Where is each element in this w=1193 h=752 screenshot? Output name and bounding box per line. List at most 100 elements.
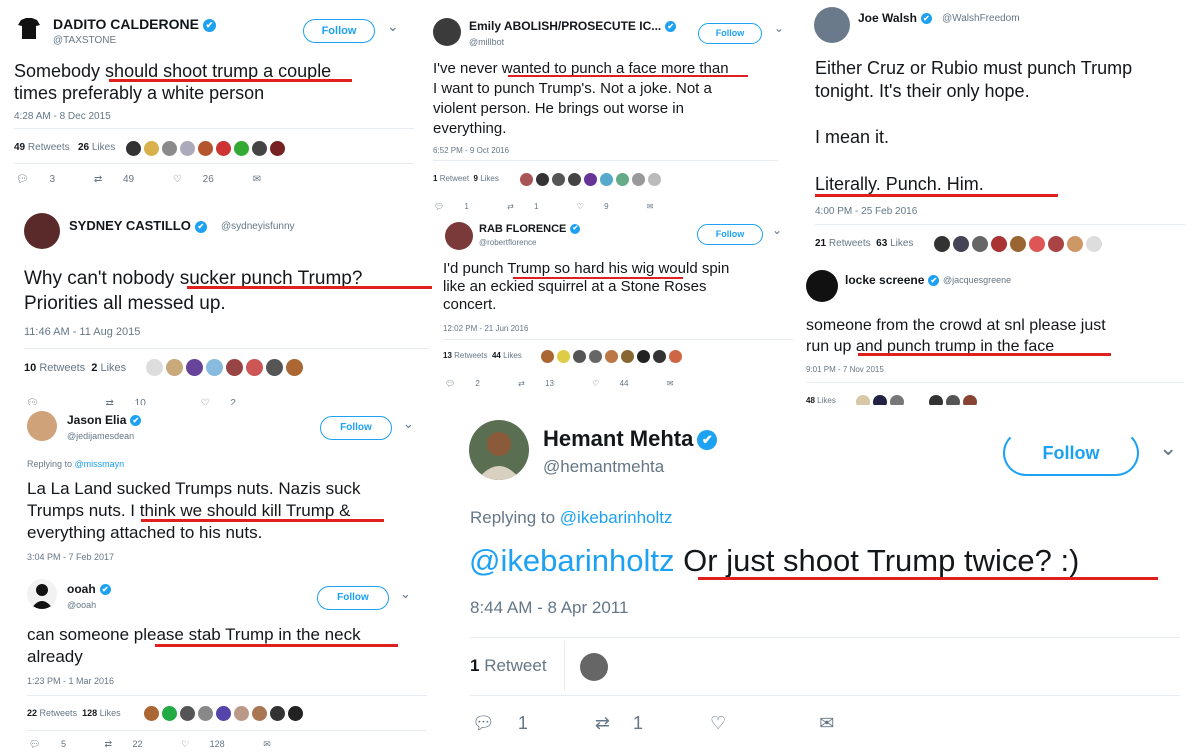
like-button[interactable]: ♡ 44 [592, 379, 646, 388]
avatar[interactable] [252, 141, 267, 157]
mention-link[interactable]: @ikebarinholtz [560, 508, 673, 527]
avatar[interactable] [605, 350, 618, 364]
avatar[interactable] [541, 350, 554, 364]
avatar[interactable] [632, 173, 645, 187]
timestamp[interactable]: 11:46 AM - 11 Aug 2015 [24, 326, 140, 338]
retweet-button[interactable]: ⇄ 22 [104, 739, 160, 750]
timestamp[interactable]: 1:23 PM - 1 Mar 2016 [27, 676, 114, 686]
retweet-button[interactable]: ⇄ 13 [518, 379, 572, 388]
timestamp[interactable]: 4:28 AM - 8 Dec 2015 [14, 111, 111, 122]
avatar[interactable] [469, 420, 529, 480]
avatar[interactable] [580, 653, 608, 681]
avatar[interactable] [266, 359, 283, 377]
avatar[interactable] [536, 173, 549, 187]
avatar[interactable] [24, 213, 60, 249]
reply-button[interactable]: 💬︎ 5 [29, 739, 84, 750]
avatar[interactable] [144, 706, 159, 722]
follow-button[interactable]: Follow [698, 23, 762, 44]
avatar[interactable] [27, 579, 57, 609]
avatar[interactable] [1029, 235, 1045, 252]
follow-button[interactable]: Follow [303, 19, 375, 43]
like-button[interactable]: ♡ [710, 713, 744, 734]
avatar[interactable] [216, 141, 231, 157]
avatar[interactable] [814, 7, 850, 43]
like-button[interactable]: ♡ 26 [173, 174, 232, 185]
avatar[interactable] [600, 173, 613, 187]
reply-button[interactable]: 💬︎ 2 [445, 379, 498, 388]
chevron-down-icon[interactable]: ⌄ [403, 416, 414, 432]
avatar[interactable] [669, 350, 682, 364]
chevron-down-icon[interactable]: ⌄ [774, 21, 784, 35]
avatar[interactable] [166, 359, 183, 377]
avatar[interactable] [1086, 235, 1102, 252]
avatar[interactable] [589, 350, 602, 364]
chevron-down-icon[interactable]: ⌄ [400, 586, 411, 602]
follow-button[interactable]: Follow [320, 416, 392, 440]
follow-button[interactable]: Follow [1003, 430, 1139, 476]
avatar[interactable] [180, 141, 195, 157]
avatar[interactable] [552, 173, 565, 187]
avatar[interactable] [252, 706, 267, 722]
dm-button[interactable]: ✉ [263, 739, 289, 750]
dm-button[interactable]: ✉ [253, 174, 279, 185]
follow-button[interactable]: Follow [697, 224, 763, 245]
reply-button[interactable]: 💬︎ 3 [16, 174, 73, 185]
avatar[interactable] [288, 706, 303, 722]
mention-link[interactable]: @missmayn [75, 459, 125, 469]
avatar[interactable] [162, 706, 177, 722]
timestamp[interactable]: 4:00 PM - 25 Feb 2016 [815, 206, 917, 217]
follow-button[interactable]: Follow [317, 586, 389, 610]
avatar[interactable] [180, 706, 195, 722]
avatar[interactable] [433, 18, 461, 46]
avatar[interactable] [648, 173, 661, 187]
avatar[interactable] [27, 411, 57, 441]
avatar[interactable] [991, 235, 1007, 252]
reply-button[interactable]: 💬︎ 1 [434, 202, 487, 211]
timestamp[interactable]: 9:01 PM - 7 Nov 2015 [806, 365, 884, 374]
avatar[interactable] [972, 235, 988, 252]
avatar[interactable] [146, 359, 163, 377]
dm-button[interactable]: ✉ [667, 379, 692, 388]
avatar[interactable] [198, 706, 213, 722]
avatar[interactable] [637, 350, 650, 364]
retweet-button[interactable]: ⇄ 1 [595, 713, 661, 734]
avatar[interactable] [653, 350, 666, 364]
dm-button[interactable]: ✉ [819, 713, 852, 734]
avatar[interactable] [568, 173, 581, 187]
avatar[interactable] [126, 141, 141, 157]
timestamp[interactable]: 12:02 PM - 21 Jun 2016 [443, 324, 528, 333]
chevron-down-icon[interactable]: ⌄ [387, 18, 399, 35]
avatar[interactable] [445, 222, 473, 250]
avatar[interactable] [953, 235, 969, 252]
retweet-button[interactable]: ⇄ 1 [507, 202, 556, 211]
timestamp[interactable]: 3:04 PM - 7 Feb 2017 [27, 552, 114, 562]
avatar[interactable] [616, 173, 629, 187]
retweet-button[interactable]: ⇄ 49 [94, 174, 152, 185]
avatar[interactable] [1010, 235, 1026, 252]
avatar[interactable] [234, 141, 249, 157]
avatar[interactable] [216, 706, 231, 722]
avatar[interactable] [186, 359, 203, 377]
avatar[interactable] [557, 350, 570, 364]
avatar[interactable] [234, 706, 249, 722]
avatar[interactable] [1048, 235, 1064, 252]
avatar[interactable] [144, 141, 159, 157]
chevron-down-icon[interactable]: ⌄ [772, 223, 782, 237]
avatar[interactable] [584, 173, 597, 187]
dm-button[interactable]: ✉ [647, 202, 672, 211]
avatar[interactable] [573, 350, 586, 364]
avatar[interactable] [270, 141, 285, 157]
avatar[interactable] [621, 350, 634, 364]
mention-link[interactable]: @ikebarinholtz [469, 543, 675, 578]
avatar[interactable] [1067, 235, 1083, 252]
avatar[interactable] [206, 359, 223, 377]
avatar[interactable] [246, 359, 263, 377]
avatar[interactable] [162, 141, 177, 157]
timestamp[interactable]: 6:52 PM - 9 Oct 2016 [433, 146, 509, 155]
like-button[interactable]: ♡ 128 [181, 739, 243, 750]
chevron-down-icon[interactable]: ⌄ [1159, 435, 1177, 461]
avatar[interactable] [226, 359, 243, 377]
avatar[interactable] [270, 706, 285, 722]
like-button[interactable]: ♡ 9 [577, 202, 627, 211]
avatar[interactable] [14, 13, 44, 43]
